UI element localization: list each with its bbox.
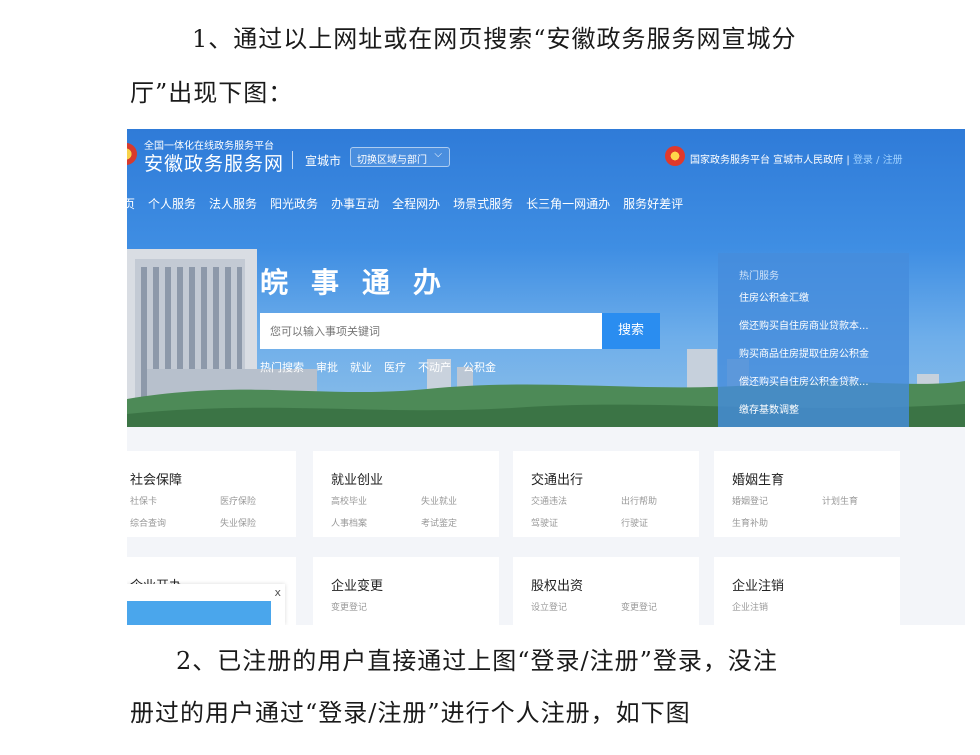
nav-item-legal-person[interactable]: 法人服务 xyxy=(209,195,257,212)
category-card-equity[interactable]: 股权出资 设立登记 变更登记 xyxy=(513,557,699,625)
hot-search-link[interactable]: 公积金 xyxy=(463,359,496,375)
hot-search-label: 热门搜索 xyxy=(260,361,304,374)
nav-item-home[interactable]: 页 xyxy=(127,195,135,212)
site-name[interactable]: 安徽政务服务网 xyxy=(144,149,284,176)
hot-search-link[interactable]: 就业 xyxy=(350,359,372,375)
category-title: 股权出资 xyxy=(531,579,584,594)
site-logo-emblem-icon xyxy=(127,143,137,165)
nav-item-online[interactable]: 全程网办 xyxy=(392,195,440,212)
category-title: 企业注销 xyxy=(732,579,785,594)
category-link[interactable]: 高校毕业 xyxy=(331,494,367,507)
category-title: 就业创业 xyxy=(331,473,384,488)
category-link[interactable]: 企业注销 xyxy=(732,600,768,613)
category-link[interactable]: 变更登记 xyxy=(331,600,367,613)
category-link[interactable]: 综合查询 xyxy=(130,516,166,529)
register-link[interactable]: 注册 xyxy=(883,155,903,166)
nav-item-scenario[interactable]: 场景式服务 xyxy=(453,195,513,212)
category-link[interactable]: 婚姻登记 xyxy=(732,494,768,507)
hot-services-title: 热门服务 xyxy=(739,271,779,282)
category-title: 交通出行 xyxy=(531,473,584,488)
nav-item-yangtze-delta[interactable]: 长三角一网通办 xyxy=(526,195,610,212)
paragraph-1-line-1: 1、通过以上网址或在网页搜索“安徽政务服务网宣城分 xyxy=(192,25,797,53)
category-link[interactable]: 失业保险 xyxy=(220,516,256,529)
slogan-char: 事 xyxy=(311,266,342,299)
hero-banner: 全国一体化在线政务服务平台 安徽政务服务网 宣城市 切换区域与部门 ⌵ 国家政务… xyxy=(127,129,965,427)
category-card-transport[interactable]: 交通出行 交通违法 出行帮助 驾驶证 行驶证 xyxy=(513,451,699,537)
nav-item-interaction[interactable]: 办事互动 xyxy=(331,195,379,212)
nav-item-service-rating[interactable]: 服务好差评 xyxy=(623,195,683,212)
category-link[interactable]: 出行帮助 xyxy=(621,494,657,507)
category-card-employment[interactable]: 就业创业 高校毕业 失业就业 人事档案 考试鉴定 xyxy=(313,451,499,537)
city-label: 宣城市 xyxy=(305,154,342,168)
paragraph-1-line-2: 厅”出现下图： xyxy=(130,79,294,107)
category-link[interactable]: 计划生育 xyxy=(822,494,858,507)
search-input[interactable] xyxy=(260,313,602,349)
login-register-separator: / xyxy=(876,155,880,166)
popup-banner-image[interactable] xyxy=(127,601,271,625)
slogan-char: 皖 xyxy=(260,266,291,299)
main-nav: 页 个人服务 法人服务 阳光政务 办事互动 全程网办 场景式服务 长三角一网通办… xyxy=(127,195,696,212)
category-link[interactable]: 社保卡 xyxy=(130,494,157,507)
paragraph-2-line-2: 册过的用户通过“登录/注册”进行个人注册，如下图 xyxy=(130,699,691,727)
hot-search-row: 热门搜索 审批 就业 医疗 不动产 公积金 xyxy=(260,359,508,375)
hot-service-item[interactable]: 缴存基数调整 xyxy=(739,401,909,416)
nav-item-open-government[interactable]: 阳光政务 xyxy=(270,195,318,212)
category-link[interactable]: 人事档案 xyxy=(331,516,367,529)
category-card-deregistration[interactable]: 企业注销 企业注销 xyxy=(714,557,900,625)
website-screenshot: 全国一体化在线政务服务平台 安徽政务服务网 宣城市 切换区域与部门 ⌵ 国家政务… xyxy=(127,129,965,625)
hot-service-item[interactable]: 偿还购买自住房公积金贷款... xyxy=(739,373,909,388)
paragraph-step-1: 1、通过以上网址或在网页搜索“安徽政务服务网宣城分 厅”出现下图： xyxy=(130,24,850,108)
paragraph-2-line-1: 2、已注册的用户直接通过上图“登录/注册”登录，没注 xyxy=(176,647,778,675)
hero-slogan: 皖 事 通 办 xyxy=(260,261,464,301)
category-link[interactable]: 行驶证 xyxy=(621,516,648,529)
paragraph-step-2: 2、已注册的用户直接通过上图“登录/注册”登录，没注 册过的用户通过“登录/注册… xyxy=(130,646,850,728)
category-title: 企业变更 xyxy=(331,579,384,594)
category-link[interactable]: 考试鉴定 xyxy=(421,516,457,529)
category-card-social-security[interactable]: 社会保障 社保卡 医疗保险 综合查询 失业保险 xyxy=(127,451,296,537)
category-link[interactable]: 设立登记 xyxy=(531,600,567,613)
category-link[interactable]: 生育补助 xyxy=(732,516,768,529)
hot-service-item[interactable]: 购买商品住房提取住房公积金 xyxy=(739,345,909,360)
category-title: 婚姻生育 xyxy=(732,473,785,488)
category-card-marriage[interactable]: 婚姻生育 婚姻登记 计划生育 生育补助 xyxy=(714,451,900,537)
search-box xyxy=(260,313,602,349)
hot-service-item[interactable]: 偿还购买自住房商业贷款本... xyxy=(739,317,909,332)
header-divider xyxy=(292,151,293,169)
category-card-business-change[interactable]: 企业变更 变更登记 xyxy=(313,557,499,625)
floating-popup: x xyxy=(127,584,285,625)
chevron-down-icon: ⌵ xyxy=(434,149,442,160)
national-emblem-icon xyxy=(665,146,685,166)
search-button[interactable]: 搜索 xyxy=(602,313,660,349)
nav-item-personal[interactable]: 个人服务 xyxy=(148,195,196,212)
category-link[interactable]: 驾驶证 xyxy=(531,516,558,529)
hot-services-panel: 热门服务 住房公积金汇缴 偿还购买自住房商业贷款本... 购买商品住房提取住房公… xyxy=(718,253,909,427)
slogan-char: 通 xyxy=(362,266,393,299)
login-link[interactable]: 登录 xyxy=(853,155,873,166)
hot-service-item[interactable]: 住房公积金汇缴 xyxy=(739,289,909,304)
category-link[interactable]: 变更登记 xyxy=(621,600,657,613)
hot-search-link[interactable]: 审批 xyxy=(316,359,338,375)
hot-search-link[interactable]: 医疗 xyxy=(384,359,406,375)
hot-search-link[interactable]: 不动产 xyxy=(418,359,451,375)
region-select-label: 切换区域与部门 xyxy=(357,155,427,166)
category-link[interactable]: 医疗保险 xyxy=(220,494,256,507)
category-title: 社会保障 xyxy=(130,473,183,488)
top-right-links: 国家政务服务平台 宣城市人民政府 | 登录 / 注册 xyxy=(690,155,903,166)
slogan-char: 办 xyxy=(413,266,444,299)
category-link[interactable]: 失业就业 xyxy=(421,494,457,507)
category-link[interactable]: 交通违法 xyxy=(531,494,567,507)
government-platform-text[interactable]: 国家政务服务平台 宣城市人民政府 xyxy=(690,155,843,166)
close-icon[interactable]: x xyxy=(274,586,281,599)
region-department-select[interactable]: 切换区域与部门 ⌵ xyxy=(350,147,450,167)
